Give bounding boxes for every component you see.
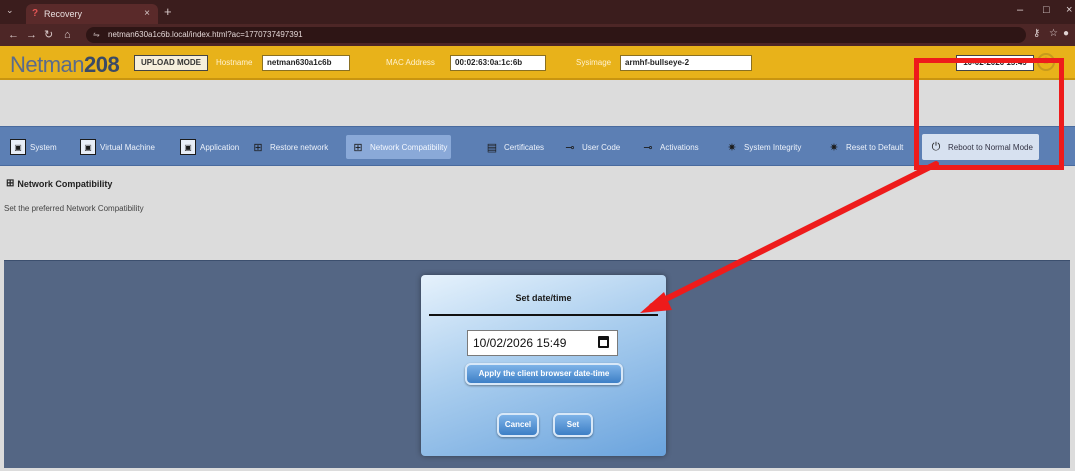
hostname-label: Hostname [216, 58, 253, 67]
toolbar-label: Reboot to Normal Mode [948, 142, 1033, 152]
maximize-window-button[interactable]: □ [1043, 4, 1050, 16]
toolbar-system[interactable]: ▣ System [10, 135, 57, 159]
page-title-text: Network Compatibility [17, 178, 113, 189]
close-window-button[interactable]: × [1066, 4, 1072, 16]
certificate-icon: ▤ [486, 141, 498, 154]
toolbar-label: Restore network [270, 142, 329, 152]
page-subtitle: Set the preferred Network Compatibility [4, 204, 144, 213]
toolbar-label: Network Compatibility [370, 142, 448, 152]
power-icon[interactable]: ⏻ [1037, 53, 1055, 71]
key-icon: ⊸ [565, 141, 575, 154]
key-icon: ⊸ [643, 141, 653, 154]
tab-search-chevron-icon[interactable]: ⌄ [6, 5, 14, 16]
toolbar-label: Application [200, 142, 240, 152]
mac-address-label: MAC Address [386, 58, 435, 67]
set-button[interactable]: Set [553, 413, 593, 437]
power-icon: ⏻ [931, 140, 941, 153]
calendar-icon[interactable] [598, 336, 609, 348]
toolbar-virtual-machine[interactable]: ▣ Virtual Machine [80, 135, 155, 159]
toolbar-label: User Code [582, 142, 621, 152]
toolbar-label: Certificates [504, 142, 545, 152]
datetime-display[interactable]: 10-02-2026 15:49 [956, 55, 1034, 71]
toolbar-label: System Integrity [744, 142, 802, 152]
apply-browser-datetime-button[interactable]: Apply the client browser date-time [465, 363, 623, 385]
back-icon[interactable]: ← [8, 29, 19, 41]
virtual-machine-icon: ▣ [80, 139, 96, 155]
toolbar-restore-network[interactable]: ⊞ Restore network [250, 135, 328, 159]
forward-icon[interactable]: → [26, 29, 37, 41]
toolbar-label: System [30, 142, 57, 152]
bookmark-star-icon[interactable]: ☆ [1049, 28, 1058, 39]
network-icon: ⊞ [6, 178, 15, 189]
system-icon: ▣ [10, 139, 26, 155]
toolbar-reset-to-default[interactable]: ✷ Reset to Default [826, 135, 903, 159]
cancel-button[interactable]: Cancel [497, 413, 539, 437]
logo-text: Netman [10, 52, 85, 77]
network-icon: ⊞ [353, 141, 363, 154]
toolbar-activations[interactable]: ⊸ Activations [640, 135, 699, 159]
browser-tab[interactable]: ? Recovery × [26, 4, 158, 24]
main-toolbar: ▣ System ▣ Virtual Machine ▣ Application ⊞ R… [0, 126, 1075, 166]
mode-badge: UPLOAD MODE [134, 55, 208, 71]
home-icon[interactable]: ⌂ [64, 29, 71, 41]
toolbar-application[interactable]: ▣ Application [180, 135, 239, 159]
product-logo: Netman208 [10, 52, 120, 78]
toolbar-certificates[interactable]: ▤ Certificates [484, 135, 544, 159]
profile-avatar[interactable]: ● [1063, 28, 1069, 39]
toolbar-system-integrity[interactable]: ✷ System Integrity [724, 135, 801, 159]
tab-close-icon[interactable]: × [144, 4, 150, 24]
url-field[interactable]: ⇋ netman630a1c6b.local/index.html?ac=177… [86, 27, 1026, 43]
browser-tab-bar: ⌄ ? Recovery × + – □ × [0, 0, 1075, 24]
screenshot-root: ⌄ ? Recovery × + – □ × ← → ↻ ⌂ ⇋ netman6… [0, 0, 1075, 471]
toolbar-reboot-to-normal-mode[interactable]: ⏻ Reboot to Normal Mode [922, 134, 1039, 160]
new-tab-button[interactable]: + [164, 4, 172, 20]
browser-address-bar: ← → ↻ ⌂ ⇋ netman630a1c6b.local/index.htm… [0, 24, 1075, 46]
page-title: ⊞ Network Compatibility [6, 178, 112, 189]
toolbar-user-code[interactable]: ⊸ User Code [562, 135, 620, 159]
toolbar-network-compatibility[interactable]: ⊞ Network Compatibility [346, 135, 452, 159]
reload-icon[interactable]: ↻ [44, 29, 53, 41]
recovery-favicon-icon: ? [32, 8, 39, 19]
toolbar-label: Activations [660, 142, 699, 152]
browser-tab-title: Recovery [44, 9, 83, 19]
logo-model: 208 [84, 52, 120, 77]
site-info-icon[interactable]: ⇋ [93, 27, 100, 43]
network-icon: ⊞ [253, 141, 263, 154]
dialog-divider [429, 314, 658, 316]
content-header: ⊞ Network Compatibility Set the preferred… [0, 166, 1075, 254]
app-header: Netman208 UPLOAD MODE Hostname netman630… [0, 46, 1075, 80]
app-page: Netman208 UPLOAD MODE Hostname netman630… [0, 46, 1075, 471]
minimize-window-button[interactable]: – [1017, 4, 1023, 16]
url-text: netman630a1c6b.local/index.html?ac=17707… [108, 30, 303, 39]
password-key-icon[interactable]: ⚷ [1033, 28, 1040, 39]
sysimage-label: Sysimage [576, 58, 612, 67]
gear-icon: ✷ [727, 141, 737, 154]
toolbar-label: Reset to Default [846, 142, 904, 152]
mac-address-field: 00:02:63:0a:1c:6b [450, 55, 546, 71]
application-icon: ▣ [180, 139, 196, 155]
sysimage-field: armhf-bullseye-2 [620, 55, 752, 71]
datetime-input[interactable]: 10/02/2026 15:49 [467, 330, 618, 356]
dialog-title: Set date/time [515, 293, 572, 303]
hostname-field: netman630a1c6b [262, 55, 350, 71]
toolbar-label: Virtual Machine [100, 142, 155, 152]
gear-icon: ✷ [829, 141, 839, 154]
set-datetime-dialog: Set date/time 10/02/2026 15:49 Apply the… [421, 275, 666, 456]
